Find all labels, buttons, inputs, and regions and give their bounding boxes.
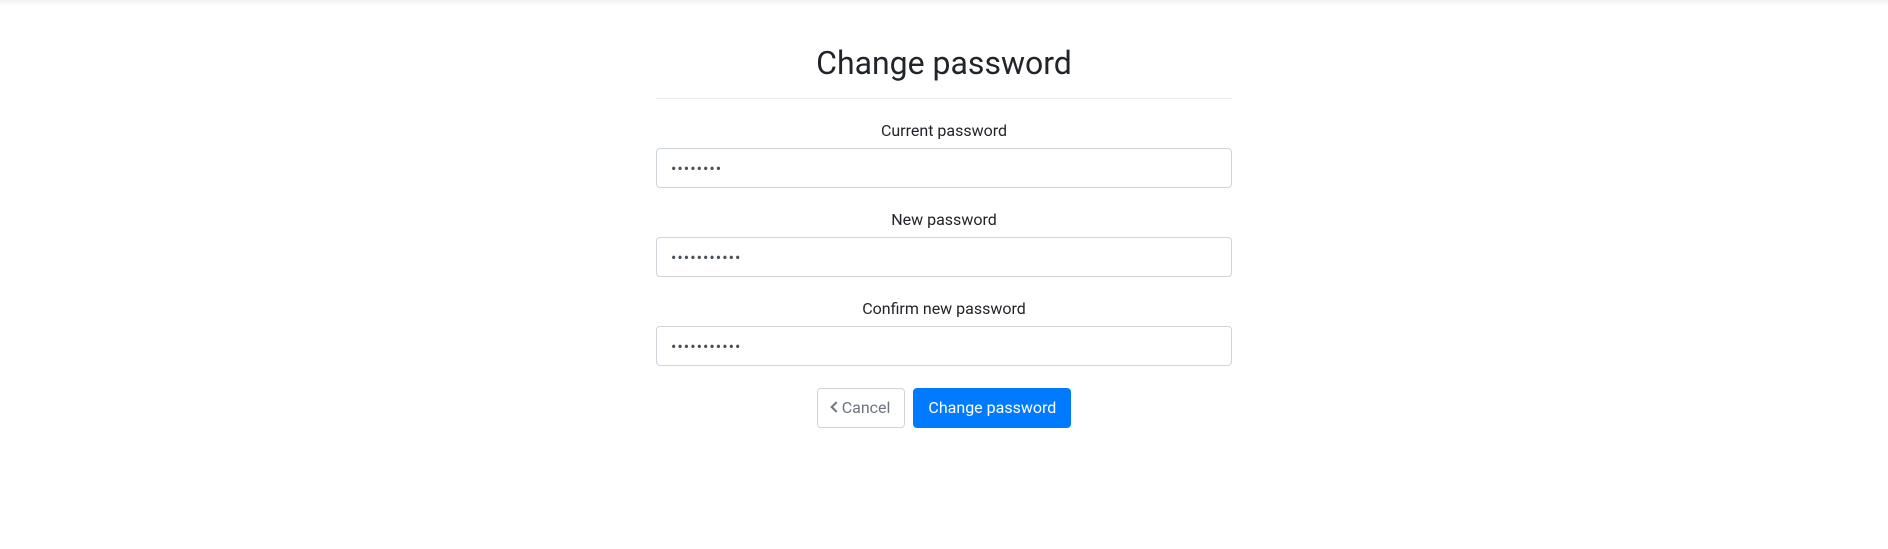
confirm-password-label: Confirm new password	[656, 299, 1232, 318]
confirm-password-group: Confirm new password	[656, 299, 1232, 366]
page-title: Change password	[656, 44, 1232, 99]
change-password-form: Change password Current password New pas…	[656, 0, 1232, 428]
button-row: Cancel Change password	[656, 388, 1232, 428]
current-password-group: Current password	[656, 121, 1232, 188]
change-password-button-label: Change password	[928, 398, 1056, 419]
new-password-input[interactable]	[656, 237, 1232, 277]
new-password-label: New password	[656, 210, 1232, 229]
new-password-group: New password	[656, 210, 1232, 277]
current-password-label: Current password	[656, 121, 1232, 140]
cancel-button-label: Cancel	[842, 398, 891, 419]
cancel-button[interactable]: Cancel	[817, 388, 906, 428]
confirm-password-input[interactable]	[656, 326, 1232, 366]
current-password-input[interactable]	[656, 148, 1232, 188]
change-password-button[interactable]: Change password	[913, 388, 1071, 428]
chevron-left-icon	[830, 401, 841, 412]
